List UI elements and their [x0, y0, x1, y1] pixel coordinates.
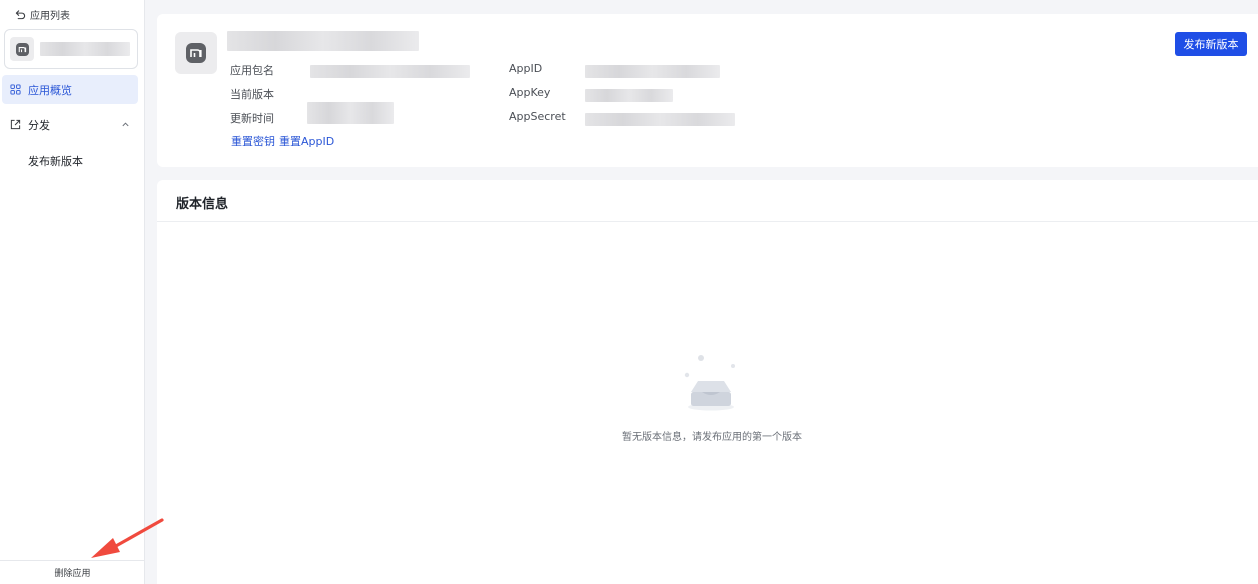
back-to-app-list[interactable]: 应用列表 — [15, 7, 70, 22]
app-logo-icon — [10, 37, 34, 61]
current-version-label: 当前版本 — [230, 88, 274, 101]
package-label: 应用包名 — [230, 64, 274, 77]
reset-appid-link[interactable]: 重置AppID — [279, 133, 334, 149]
appkey-label: AppKey — [509, 86, 551, 99]
appsecret-value-redacted — [585, 113, 735, 126]
appsecret-label: AppSecret — [509, 110, 566, 123]
app-title-redacted — [227, 31, 419, 51]
version-info-card: 版本信息 暂无版本信息，请发布应用的第一个版本 — [157, 180, 1258, 584]
divider — [157, 221, 1258, 222]
appid-value-redacted — [585, 65, 720, 78]
xiaomi-logo-icon — [15, 42, 29, 56]
undo-arrow-icon — [15, 10, 26, 20]
grid-icon — [10, 84, 21, 95]
update-time-redacted — [307, 102, 394, 124]
appkey-value-redacted — [585, 89, 673, 102]
reset-secret-link[interactable]: 重置密钥 — [231, 133, 275, 149]
sidebar-item-distribution[interactable]: 分发 — [2, 110, 138, 139]
chevron-up-icon[interactable] — [121, 120, 130, 129]
sidebar-item-overview[interactable]: 应用概览 — [2, 75, 138, 104]
sidebar-item-label: 分发 — [28, 118, 50, 132]
sidebar-item-label: 应用概览 — [28, 83, 72, 97]
publish-new-version-button[interactable]: 发布新版本 — [1175, 32, 1247, 56]
empty-state-message: 暂无版本信息，请发布应用的第一个版本 — [622, 432, 802, 443]
app-name-redacted — [40, 42, 130, 56]
appid-label: AppID — [509, 62, 543, 75]
sidebar: 应用列表 应用概览 分发 发布新版本 删除应用 — [0, 0, 145, 584]
sidebar-item-publish-new[interactable]: 发布新版本 — [2, 146, 138, 175]
back-link-label: 应用列表 — [30, 11, 70, 22]
app-info-card: 应用包名 当前版本 更新时间 重置密钥 重置AppID AppID AppKey… — [157, 14, 1258, 167]
app-logo — [175, 32, 217, 74]
current-app-selector[interactable] — [4, 29, 138, 69]
delete-app-button[interactable]: 删除应用 — [0, 560, 145, 584]
external-link-icon — [10, 119, 21, 130]
version-info-title: 版本信息 — [176, 197, 229, 212]
xiaomi-logo-icon — [186, 43, 206, 63]
update-time-label: 更新时间 — [230, 112, 274, 125]
empty-inbox-icon — [684, 355, 735, 411]
package-value-redacted — [310, 65, 470, 78]
sidebar-item-label: 发布新版本 — [28, 154, 83, 168]
